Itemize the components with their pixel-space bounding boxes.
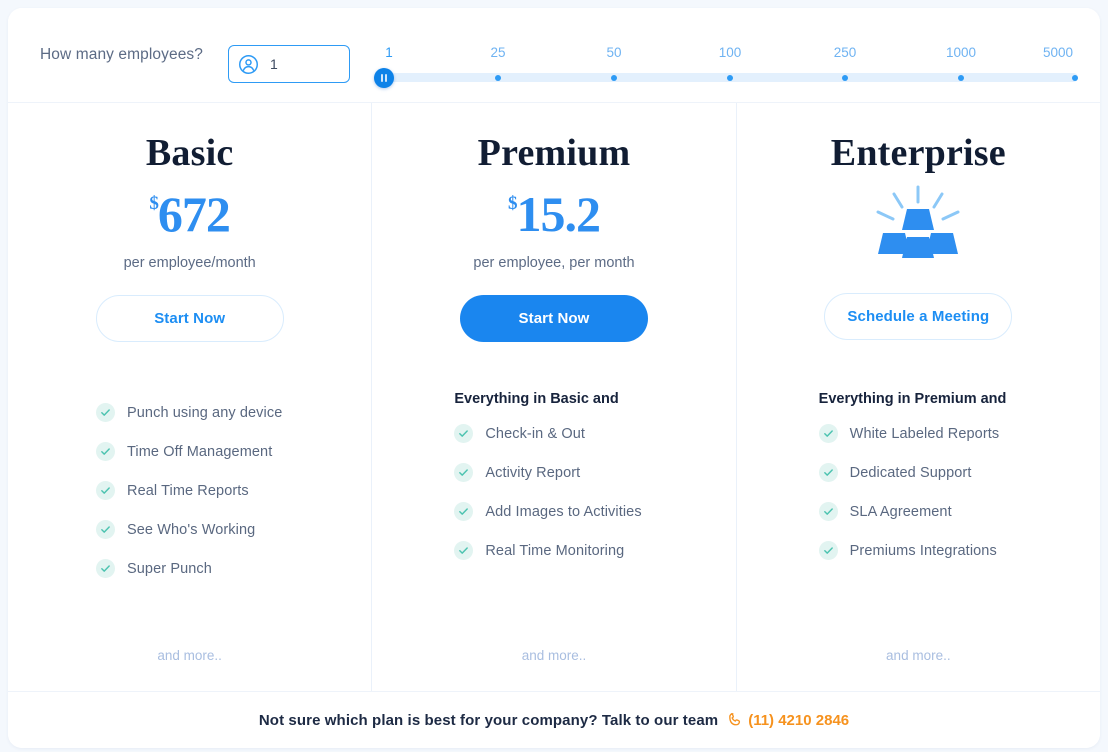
- check-icon: [818, 463, 838, 482]
- check-icon: [818, 502, 838, 521]
- feature-item: Real Time Reports: [96, 481, 371, 500]
- feature-item: Check-in & Out: [454, 424, 735, 443]
- plan-enterprise-and-more[interactable]: and more..: [737, 648, 1100, 663]
- feature-label: Super Punch: [127, 560, 212, 577]
- slider-label-5000: 5000: [1042, 45, 1074, 60]
- slider-tick-100: [727, 74, 733, 81]
- plan-basic-amount: 672: [157, 185, 231, 242]
- feature-label: Activity Report: [485, 464, 581, 481]
- slider-handle[interactable]: [374, 68, 394, 88]
- gold-bars-icon: [737, 183, 1100, 269]
- slider-track[interactable]: [382, 73, 1078, 82]
- plan-basic-cta-wrap: Start Now: [8, 294, 371, 342]
- plan-premium-features-heading: Everything in Basic and: [454, 391, 619, 407]
- plan-premium-price: $15.2: [372, 189, 735, 239]
- plan-enterprise-cta-wrap: Schedule a Meeting: [737, 292, 1100, 340]
- employee-count-input[interactable]: 1: [228, 45, 350, 83]
- slider-label-1: 1: [385, 45, 393, 60]
- feature-label: Punch using any device: [127, 404, 283, 421]
- footer-text: Not sure which plan is best for your com…: [258, 711, 719, 729]
- plan-premium: Premium $15.2 per employee, per month St…: [371, 103, 735, 691]
- slider-label-1000: 1000: [945, 45, 977, 60]
- employee-selector-bar: How many employees? 1 1 25 50 100 250 10…: [8, 8, 1100, 103]
- plan-premium-cta-button[interactable]: Start Now: [459, 294, 648, 342]
- feature-item: Real Time Monitoring: [454, 541, 735, 560]
- plan-basic-price: $672: [8, 189, 371, 239]
- plan-premium-title: Premium: [477, 132, 631, 174]
- plan-premium-price-note: per employee, per month: [473, 254, 635, 271]
- slider-tick-1000: [958, 74, 964, 81]
- plan-basic-title: Basic: [145, 132, 234, 174]
- check-icon: [96, 559, 115, 578]
- phone-icon: [727, 712, 744, 729]
- plan-basic-cta-button[interactable]: Start Now: [95, 294, 284, 342]
- slider-label-250: 250: [833, 45, 857, 60]
- feature-item: See Who's Working: [96, 520, 371, 539]
- feature-item: Time Off Management: [96, 442, 371, 461]
- plan-basic-and-more[interactable]: and more..: [8, 648, 371, 663]
- plan-premium-amount: 15.2: [516, 185, 600, 242]
- slider-tick-labels: 1 25 50 100 250 1000 5000: [378, 45, 1078, 65]
- feature-label: Dedicated Support: [849, 464, 972, 481]
- plan-enterprise-features: Everything in Premium and White Labeled …: [737, 391, 1100, 560]
- plan-basic-features: Punch using any device Time Off Manageme…: [8, 403, 371, 578]
- feature-item: SLA Agreement: [818, 502, 1100, 521]
- handle-bar-left: [381, 74, 383, 82]
- footer-phone-number[interactable]: (11) 4210 2846: [748, 712, 849, 729]
- feature-label: See Who's Working: [127, 521, 256, 538]
- person-circle-icon: [238, 54, 259, 75]
- employee-question-label: How many employees?: [40, 46, 203, 63]
- feature-label: Add Images to Activities: [485, 503, 642, 520]
- feature-item: Dedicated Support: [818, 463, 1100, 482]
- feature-label: Premiums Integrations: [849, 542, 997, 559]
- plan-basic-currency: $: [149, 192, 158, 214]
- plan-premium-features: Everything in Basic and Check-in & Out A…: [372, 391, 735, 560]
- plan-premium-cta-wrap: Start Now: [372, 294, 735, 342]
- plan-basic: Basic $672 per employee/month Start Now …: [8, 103, 371, 691]
- slider-tick-250: [842, 74, 848, 81]
- feature-label: SLA Agreement: [849, 503, 952, 520]
- plan-basic-price-note: per employee/month: [123, 254, 256, 271]
- feature-item: Activity Report: [454, 463, 735, 482]
- plans-container: Basic $672 per employee/month Start Now …: [8, 103, 1100, 691]
- check-icon: [818, 541, 838, 560]
- plan-enterprise: Enterprise Schedule a Meeting Everything…: [735, 103, 1100, 691]
- check-icon: [454, 424, 474, 443]
- feature-item: Super Punch: [96, 559, 371, 578]
- plan-enterprise-features-heading: Everything in Premium and: [818, 391, 1007, 407]
- check-icon: [818, 424, 838, 443]
- feature-item: White Labeled Reports: [818, 424, 1100, 443]
- feature-label: Check-in & Out: [485, 425, 586, 442]
- feature-item: Punch using any device: [96, 403, 371, 422]
- check-icon: [96, 442, 115, 461]
- page-background: How many employees? 1 1 25 50 100 250 10…: [0, 0, 1108, 752]
- slider-tick-50: [611, 74, 617, 81]
- feature-label: Real Time Reports: [127, 482, 249, 499]
- plan-enterprise-cta-button[interactable]: Schedule a Meeting: [824, 292, 1013, 340]
- plan-premium-and-more[interactable]: and more..: [372, 648, 735, 663]
- slider-tick-5000: [1072, 74, 1078, 81]
- employee-range-slider[interactable]: 1 25 50 100 250 1000 5000: [374, 45, 1078, 89]
- contact-footer: Not sure which plan is best for your com…: [8, 691, 1100, 748]
- check-icon: [454, 463, 474, 482]
- check-icon: [454, 502, 474, 521]
- check-icon: [96, 481, 115, 500]
- feature-label: Time Off Management: [127, 443, 273, 460]
- feature-label: White Labeled Reports: [849, 425, 1000, 442]
- check-icon: [96, 403, 115, 422]
- pricing-card: How many employees? 1 1 25 50 100 250 10…: [8, 8, 1100, 748]
- slider-label-100: 100: [718, 45, 742, 60]
- footer-phone[interactable]: (11) 4210 2846: [727, 712, 849, 729]
- check-icon: [454, 541, 474, 560]
- slider-label-50: 50: [606, 45, 622, 60]
- feature-item: Premiums Integrations: [818, 541, 1100, 560]
- plan-enterprise-title: Enterprise: [830, 132, 1006, 174]
- check-icon: [96, 520, 115, 539]
- feature-label: Real Time Monitoring: [485, 542, 625, 559]
- slider-label-25: 25: [490, 45, 506, 60]
- employee-count-value: 1: [270, 56, 278, 72]
- feature-item: Add Images to Activities: [454, 502, 735, 521]
- handle-bar-right: [385, 74, 387, 82]
- slider-tick-25: [495, 74, 501, 81]
